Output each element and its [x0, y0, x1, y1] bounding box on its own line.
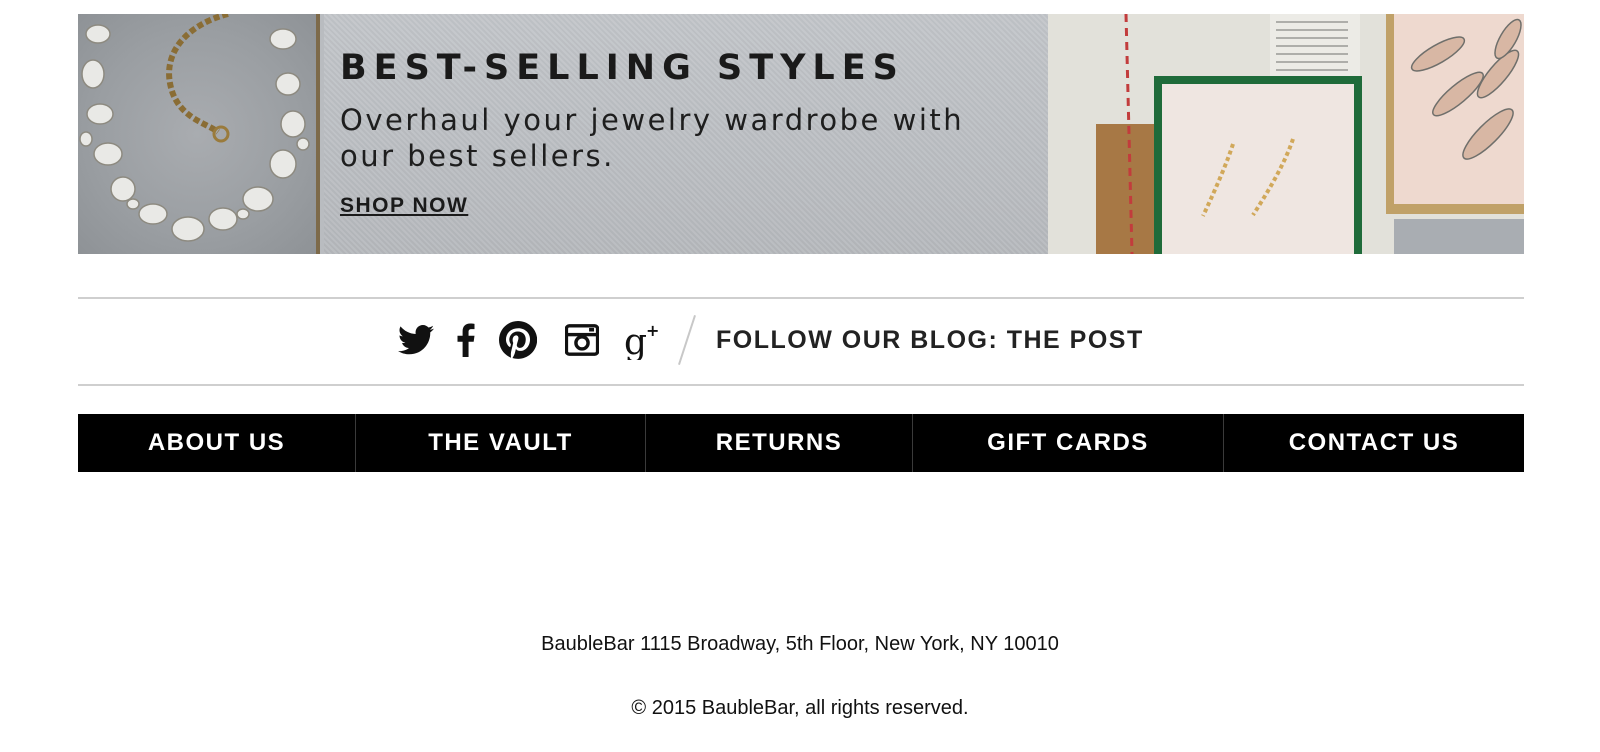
footer-address: BaubleBar 1115 Broadway, 5th Floor, New …: [541, 633, 1059, 655]
divider-bottom: [78, 384, 1524, 386]
divider-top: [78, 297, 1524, 299]
necklace-image: [78, 14, 320, 254]
divider-slash: [678, 314, 696, 366]
nav-returns[interactable]: RETURNS: [646, 414, 913, 472]
social-links: g + FOLLOW OUR BLOG: THE POST: [396, 312, 1144, 368]
google-plus-icon[interactable]: g +: [622, 320, 662, 360]
instagram-icon[interactable]: [564, 324, 600, 356]
footer-copyright: © 2015 BaubleBar, all rights reserved.: [631, 697, 969, 719]
earrings-image: [1048, 14, 1524, 254]
nav-contact-us[interactable]: CONTACT US: [1224, 414, 1524, 472]
footer-nav: ABOUT US THE VAULT RETURNS GIFT CARDS CO…: [78, 414, 1524, 472]
banner-subtitle: Overhaul your jewelry wardrobe with our …: [340, 103, 965, 173]
shop-now-link[interactable]: SHOP NOW: [340, 194, 468, 218]
pinterest-icon[interactable]: [498, 321, 538, 359]
blog-link[interactable]: FOLLOW OUR BLOG: THE POST: [716, 326, 1144, 355]
banner-title: BEST-SELLING STYLES: [340, 48, 905, 88]
necklace-illustration: [79, 14, 310, 242]
nav-about-us[interactable]: ABOUT US: [78, 414, 356, 472]
svg-text:g: g: [624, 322, 647, 360]
svg-text:+: +: [646, 321, 659, 340]
facebook-icon[interactable]: [456, 323, 476, 357]
earrings-illustration: [1048, 14, 1524, 254]
nav-gift-cards[interactable]: GIFT CARDS: [913, 414, 1224, 472]
twitter-icon[interactable]: [396, 325, 436, 355]
promo-banner[interactable]: BEST-SELLING STYLES Overhaul your jewelr…: [78, 14, 1524, 254]
nav-the-vault[interactable]: THE VAULT: [356, 414, 646, 472]
